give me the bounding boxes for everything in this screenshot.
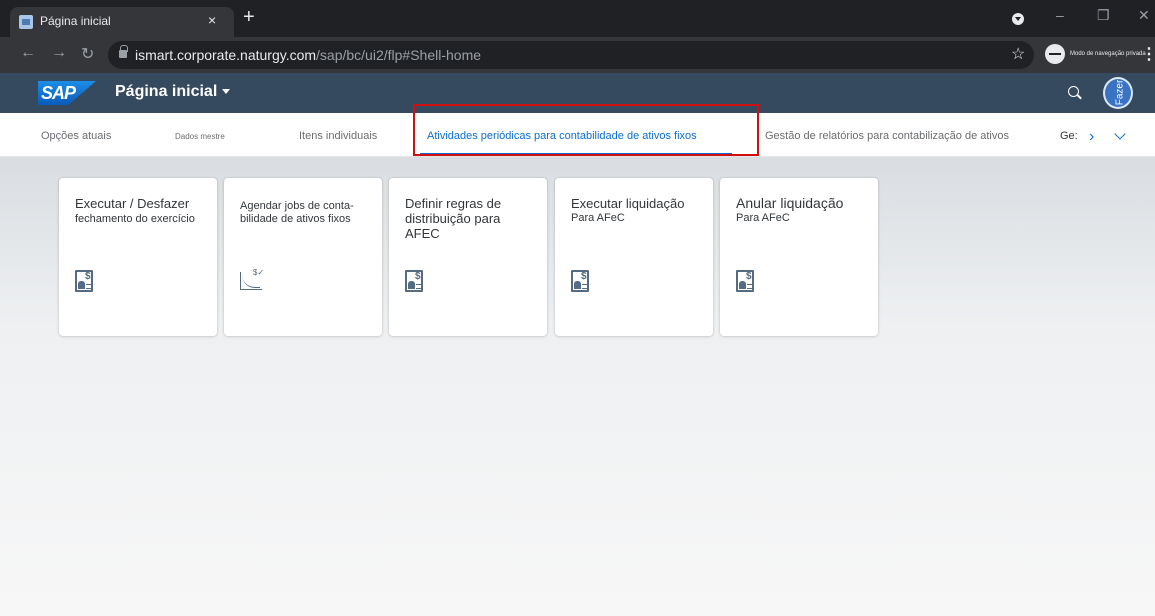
document-dollar-icon: $ <box>571 270 589 292</box>
sap-logo-text: SAP <box>41 83 76 103</box>
sap-logo[interactable]: SAP <box>38 81 96 105</box>
url-text: ismart.corporate.naturgy.com/sap/bc/ui2/… <box>135 47 481 63</box>
browser-tab-strip: Página inicial × + – ❐ ✕ <box>0 0 1155 37</box>
url-host: ismart.corporate.naturgy.com <box>135 47 317 63</box>
caret-down-icon <box>222 89 231 95</box>
tab-title: Página inicial <box>40 14 111 28</box>
tile-subtitle: Para AFeC <box>571 212 625 224</box>
tile-anular-liquidacao[interactable]: Anular liquidação Para AFeC $ <box>720 178 878 336</box>
browser-tab[interactable]: Página inicial × <box>10 7 234 37</box>
tile-subtitle: fechamento do exercício <box>75 213 195 225</box>
anchor-gestao-relatorios[interactable]: Gestão de relatórios para contabilização… <box>765 130 1009 142</box>
search-icon[interactable] <box>1068 86 1079 97</box>
new-tab-button[interactable]: + <box>243 7 255 27</box>
minimize-button[interactable]: – <box>1056 7 1064 23</box>
anchor-dados-mestre[interactable]: Dados mestre <box>175 132 225 141</box>
tile-executar-liquidacao[interactable]: Executar liquidação Para AFeC $ <box>555 178 713 336</box>
browser-toolbar: ← → ↻ ismart.corporate.naturgy.com/sap/b… <box>0 37 1155 73</box>
menu-icon[interactable]: ⋮ <box>1141 44 1155 64</box>
tab-search-icon[interactable] <box>1012 13 1024 25</box>
document-dollar-icon: $ <box>75 270 93 292</box>
document-dollar-icon: $ <box>405 270 423 292</box>
anchor-overflow-item[interactable]: Ge: <box>1060 130 1078 142</box>
tile-title: Anular liquidação <box>736 195 844 211</box>
sap-favicon-icon <box>19 15 33 29</box>
tab-close-button[interactable]: × <box>208 12 216 28</box>
document-dollar-icon: $ <box>736 270 754 292</box>
tile-definir-regras[interactable]: Definir regras de distribuição para AFEC… <box>389 178 547 336</box>
close-window-button[interactable]: ✕ <box>1138 7 1150 24</box>
tile-title: Definir regras de distribuição para AFEC <box>405 196 502 241</box>
tile-title: Agendar jobs de conta-bilidade de ativos… <box>240 200 354 225</box>
lock-icon[interactable] <box>119 45 128 58</box>
address-bar[interactable]: ismart.corporate.naturgy.com/sap/bc/ui2/… <box>108 41 1034 69</box>
scroll-right-icon[interactable]: › <box>1089 128 1094 146</box>
tile-agendar-jobs[interactable]: Agendar jobs de conta-bilidade de ativos… <box>224 178 382 336</box>
star-icon[interactable]: ☆ <box>1011 44 1025 64</box>
page-title: Página inicial <box>115 83 218 100</box>
url-path: /sap/bc/ui2/flp#Shell-home <box>316 47 482 63</box>
back-arrow-icon[interactable]: ← <box>20 44 36 62</box>
user-avatar[interactable]: Fazer <box>1103 77 1133 109</box>
anchor-itens-individuais[interactable]: Itens individuais <box>299 130 377 142</box>
anchor-opcoes-atuais[interactable]: Opções atuais <box>41 130 111 142</box>
page-title-dropdown[interactable]: Página inicial <box>115 83 231 101</box>
incognito-icon[interactable] <box>1045 44 1065 64</box>
tile-executar-desfazer[interactable]: Executar / Desfazer fechamento do exercí… <box>59 178 217 336</box>
tile-title: Executar liquidação <box>571 196 685 211</box>
reload-icon[interactable]: ↻ <box>81 44 94 64</box>
restore-button[interactable]: ❐ <box>1097 7 1110 24</box>
tile-title: Executar / Desfazer <box>75 196 190 211</box>
annotation-highlight <box>413 104 759 156</box>
forward-arrow-icon[interactable]: → <box>51 44 67 62</box>
chart-dollar-icon: $✓ <box>240 268 264 290</box>
incognito-label: Modo de navegação privada <box>1070 51 1146 57</box>
tile-subtitle: Para AFeC <box>736 212 790 224</box>
avatar-label: Fazer <box>1114 79 1126 106</box>
